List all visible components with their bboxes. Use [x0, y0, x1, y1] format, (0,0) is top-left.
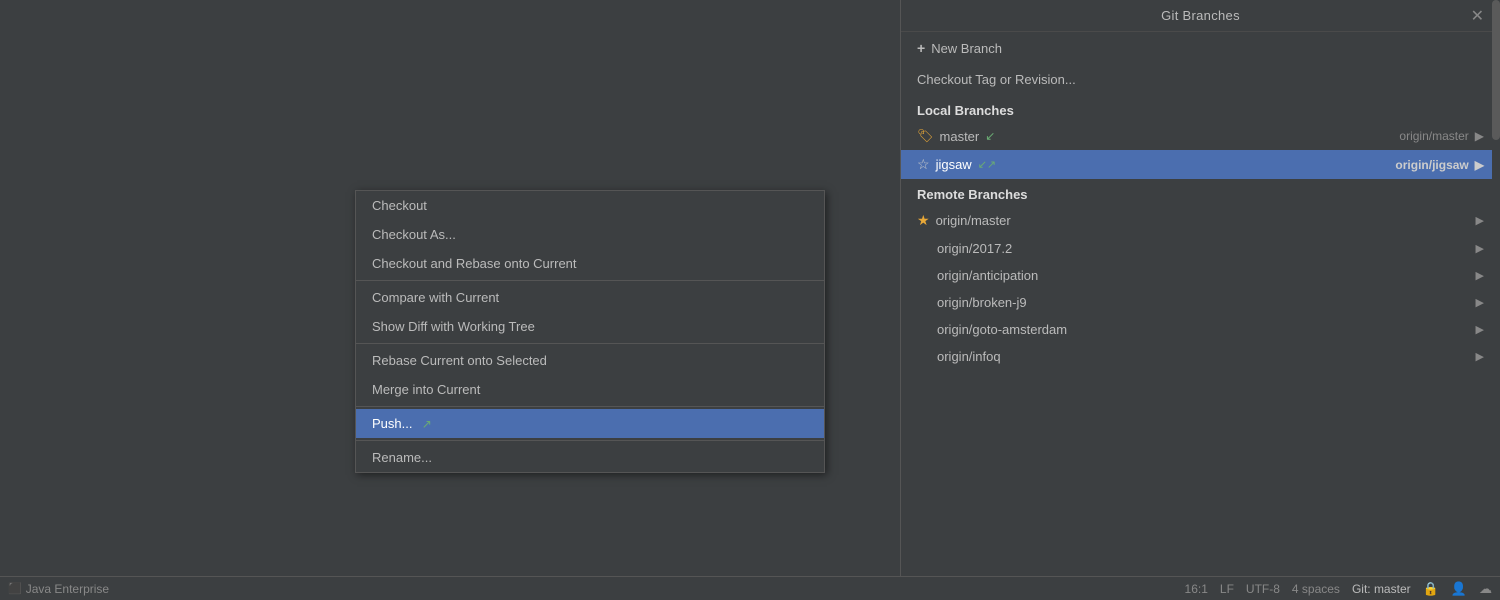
- remote-branch-origin-master-label: origin/master: [936, 213, 1011, 228]
- remote-branch-origin-master[interactable]: ★ origin/master ▶: [901, 206, 1500, 235]
- context-menu: Checkout Checkout As... Checkout and Reb…: [355, 190, 825, 473]
- panel-scrollbar[interactable]: [1492, 0, 1500, 600]
- remote-branch-2017-label: origin/2017.2: [937, 241, 1012, 256]
- java-enterprise-label: Java Enterprise: [26, 582, 109, 596]
- remote-branch-anticipation-left: origin/anticipation: [917, 268, 1038, 283]
- context-menu-sep4: [356, 440, 824, 441]
- context-menu-sep3: [356, 406, 824, 407]
- context-menu-sep2: [356, 343, 824, 344]
- java-enterprise-item: ⬛ Java Enterprise: [8, 582, 109, 596]
- lock-icon: 🔒: [1423, 581, 1439, 597]
- branch-item-master[interactable]: 🏷 master ↙ origin/master ▶: [901, 122, 1500, 150]
- jigsaw-sync-icon: ↙↗: [978, 158, 996, 171]
- branch-item-master-right: origin/master ▶: [1399, 129, 1484, 143]
- push-arrow-icon: ↗: [418, 417, 431, 431]
- java-enterprise-icon: ⬛: [8, 582, 22, 595]
- remote-branch-goto-amsterdam-label: origin/goto-amsterdam: [937, 322, 1067, 337]
- remote-branch-2017-left: origin/2017.2: [917, 241, 1012, 256]
- remote-branches-header: Remote Branches: [901, 179, 1500, 206]
- context-menu-checkout-as[interactable]: Checkout As...: [356, 220, 824, 249]
- remote-branch-goto-amsterdam-left: origin/goto-amsterdam: [917, 322, 1067, 337]
- checkout-tag-action[interactable]: Checkout Tag or Revision...: [901, 64, 1500, 95]
- scrollbar-thumb: [1492, 0, 1500, 140]
- remote-branch-broken-j9-label: origin/broken-j9: [937, 295, 1027, 310]
- remote-branch-origin-master-arrow: ▶: [1476, 214, 1484, 227]
- master-sync-icon: ↙: [985, 129, 995, 143]
- push-label: Push...: [372, 416, 412, 431]
- remote-branch-origin-broken-j9[interactable]: origin/broken-j9 ▶: [901, 289, 1500, 316]
- master-branch-label: master: [940, 129, 980, 144]
- remote-branch-origin-infoq[interactable]: origin/infoq ▶: [901, 343, 1500, 370]
- remote-branch-goto-amsterdam-arrow: ▶: [1476, 323, 1484, 336]
- person-icon: 👤: [1451, 581, 1467, 597]
- encoding-status[interactable]: UTF-8: [1246, 582, 1280, 596]
- context-menu-show-diff[interactable]: Show Diff with Working Tree: [356, 312, 824, 341]
- branch-item-jigsaw-right: origin/jigsaw ▶: [1395, 158, 1484, 172]
- remote-branch-infoq-arrow: ▶: [1476, 350, 1484, 363]
- context-menu-push[interactable]: Push... ↗: [356, 409, 824, 438]
- remote-branch-left: ★ origin/master: [917, 212, 1011, 229]
- remote-branch-anticipation-arrow: ▶: [1476, 269, 1484, 282]
- git-status[interactable]: Git: master: [1352, 582, 1411, 596]
- checkout-tag-label: Checkout Tag or Revision...: [917, 72, 1076, 87]
- branch-item-jigsaw[interactable]: ☆ jigsaw ↙↗ origin/jigsaw ▶: [901, 150, 1500, 179]
- remote-branch-origin-goto-amsterdam[interactable]: origin/goto-amsterdam ▶: [901, 316, 1500, 343]
- branch-item-jigsaw-left: ☆ jigsaw ↙↗: [917, 156, 996, 173]
- local-branches-header: Local Branches: [901, 95, 1500, 122]
- panel-title: Git Branches: [1161, 8, 1240, 23]
- context-menu-rebase-selected[interactable]: Rebase Current onto Selected: [356, 346, 824, 375]
- cloud-icon: ☁: [1479, 581, 1492, 597]
- panel-content: + New Branch Checkout Tag or Revision...…: [901, 32, 1500, 370]
- tag-icon: 🏷: [917, 128, 934, 144]
- remote-branch-origin-2017[interactable]: origin/2017.2 ▶: [901, 235, 1500, 262]
- context-menu-checkout-rebase[interactable]: Checkout and Rebase onto Current: [356, 249, 824, 278]
- remote-branch-infoq-left: origin/infoq: [917, 349, 1001, 364]
- new-branch-label: New Branch: [931, 41, 1002, 56]
- context-menu-checkout[interactable]: Checkout: [356, 191, 824, 220]
- line-col-status[interactable]: 16:1: [1185, 582, 1208, 596]
- context-menu-sep1: [356, 280, 824, 281]
- remote-branch-2017-arrow: ▶: [1476, 242, 1484, 255]
- remote-branch-anticipation-label: origin/anticipation: [937, 268, 1038, 283]
- star-icon: ★: [917, 212, 930, 229]
- jigsaw-remote-arrow: ▶: [1475, 158, 1484, 172]
- master-remote-label: origin/master: [1399, 129, 1468, 143]
- context-menu-merge-current[interactable]: Merge into Current: [356, 375, 824, 404]
- new-branch-action[interactable]: + New Branch: [901, 32, 1500, 64]
- remote-branch-origin-anticipation[interactable]: origin/anticipation ▶: [901, 262, 1500, 289]
- status-bar-right: 16:1 LF UTF-8 4 spaces Git: master 🔒 👤 ☁: [1185, 581, 1492, 597]
- panel-close-button[interactable]: ✕: [1465, 4, 1490, 28]
- master-remote-arrow: ▶: [1475, 129, 1484, 143]
- indentation-status[interactable]: 4 spaces: [1292, 582, 1340, 596]
- jigsaw-branch-label: jigsaw: [936, 157, 972, 172]
- line-ending-status[interactable]: LF: [1220, 582, 1234, 596]
- star-outline-icon: ☆: [917, 156, 930, 173]
- status-bar: ⬛ Java Enterprise 16:1 LF UTF-8 4 spaces…: [0, 576, 1500, 600]
- remote-branch-infoq-label: origin/infoq: [937, 349, 1001, 364]
- remote-branch-broken-j9-arrow: ▶: [1476, 296, 1484, 309]
- context-menu-rename[interactable]: Rename...: [356, 443, 824, 472]
- branch-item-master-left: 🏷 master ↙: [917, 128, 995, 144]
- context-menu-compare-current[interactable]: Compare with Current: [356, 283, 824, 312]
- git-branches-panel: Git Branches ✕ + New Branch Checkout Tag…: [900, 0, 1500, 600]
- jigsaw-remote-label: origin/jigsaw: [1395, 158, 1468, 172]
- remote-branch-broken-j9-left: origin/broken-j9: [917, 295, 1027, 310]
- panel-title-bar: Git Branches ✕: [901, 0, 1500, 32]
- plus-icon: +: [917, 40, 925, 56]
